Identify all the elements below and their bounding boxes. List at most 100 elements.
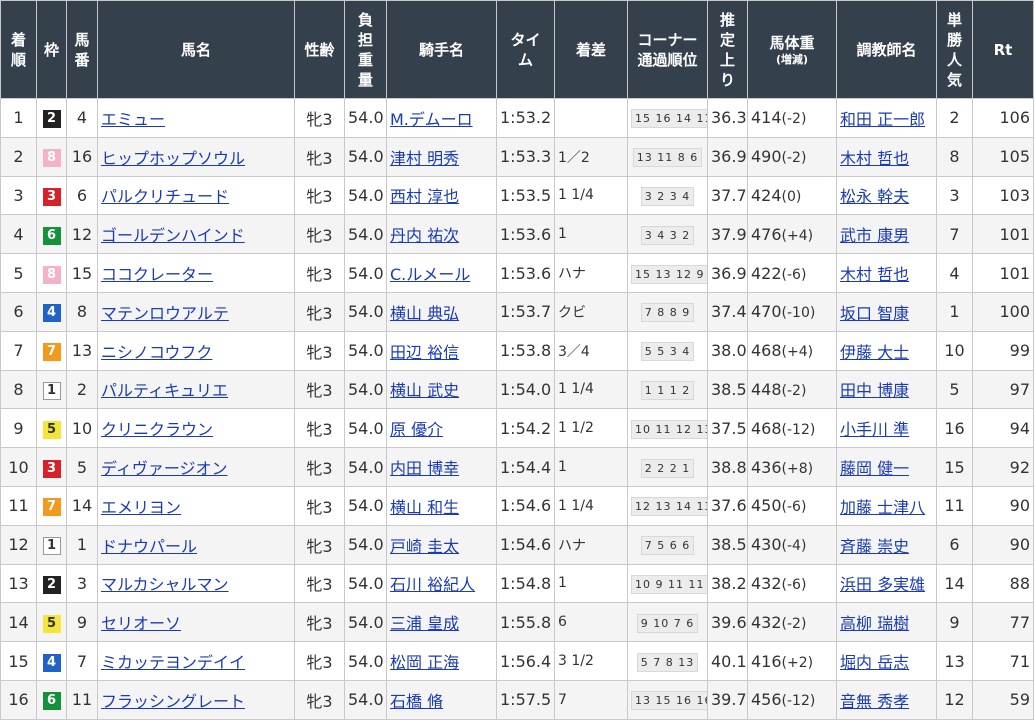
num-cell: 1 xyxy=(66,524,98,565)
jockey-link[interactable]: 西村 淳也 xyxy=(390,187,459,206)
horse-link[interactable]: クリニクラウン xyxy=(101,420,213,439)
jockey-link[interactable]: C.ルメール xyxy=(390,265,470,284)
frame-badge: 6 xyxy=(42,692,61,711)
trainer-link[interactable]: 音無 秀孝 xyxy=(840,692,909,711)
col-frame[interactable]: 枠 xyxy=(36,0,67,99)
horseweight-cell: 490(-2) xyxy=(747,136,837,177)
rt-cell: 94 xyxy=(972,408,1034,449)
col-margin[interactable]: 着差 xyxy=(554,0,628,99)
corner-badge: 5 5 3 4 xyxy=(640,342,695,362)
rank-cell: 13 xyxy=(0,563,37,604)
margin-cell: 3／4 xyxy=(554,330,628,371)
trainer-link[interactable]: 加藤 士津八 xyxy=(840,498,925,517)
last3f-cell: 39.7 xyxy=(707,679,748,720)
col-pop[interactable]: 単勝人気 xyxy=(936,0,973,99)
trainer-link[interactable]: 高柳 瑞樹 xyxy=(840,614,909,633)
num-cell: 2 xyxy=(66,369,98,410)
last3f-cell: 37.6 xyxy=(707,485,748,526)
jockey-cell: 丹内 祐次 xyxy=(386,214,497,255)
jockey-link[interactable]: 三浦 皇成 xyxy=(390,614,459,633)
jockey-link[interactable]: 戸崎 圭太 xyxy=(390,537,459,556)
horse-link[interactable]: ヒップホップソウル xyxy=(101,149,245,168)
horseweight-cell: 416(+2) xyxy=(747,641,837,681)
trainer-link[interactable]: 和田 正一郎 xyxy=(840,110,925,129)
pop-cell: 12 xyxy=(936,679,973,720)
jockey-link[interactable]: 丹内 祐次 xyxy=(390,226,459,245)
last3f-cell: 39.6 xyxy=(707,602,748,643)
horse-link[interactable]: ドナウパール xyxy=(101,537,197,556)
trainer-link[interactable]: 斉藤 崇史 xyxy=(840,537,909,556)
margin-cell: ハナ xyxy=(554,253,628,293)
horseweight-value: 436 xyxy=(751,457,782,477)
trainer-link[interactable]: 小手川 準 xyxy=(840,420,909,439)
col-corner[interactable]: コーナー 通過順位 xyxy=(627,0,708,99)
rank-cell: 4 xyxy=(0,214,37,255)
horseweight-value: 414 xyxy=(751,108,782,128)
num-cell: 10 xyxy=(66,408,98,449)
jockey-link[interactable]: 石橋 脩 xyxy=(390,692,443,711)
trainer-link[interactable]: 木村 哲也 xyxy=(840,149,909,168)
jockey-link[interactable]: 石川 裕紀人 xyxy=(390,575,475,594)
col-rt[interactable]: Rt xyxy=(972,0,1034,99)
trainer-link[interactable]: 木村 哲也 xyxy=(840,265,909,284)
horse-link[interactable]: ココクレーター xyxy=(101,265,213,284)
horse-cell: ドナウパール xyxy=(97,524,295,565)
horse-link[interactable]: ニシノコウフク xyxy=(101,343,212,362)
col-horseweight[interactable]: 馬体重 (増減) xyxy=(747,0,837,99)
trainer-link[interactable]: 藤岡 健一 xyxy=(840,459,909,478)
jockey-link[interactable]: M.デムーロ xyxy=(390,110,473,129)
horse-link[interactable]: エメリヨン xyxy=(101,498,181,517)
col-last3f[interactable]: 推定上り xyxy=(707,0,748,99)
num-cell: 13 xyxy=(66,330,98,371)
frame-cell: 6 xyxy=(36,679,67,720)
trainer-link[interactable]: 浜田 多実雄 xyxy=(840,575,925,594)
jockey-link[interactable]: 松岡 正海 xyxy=(390,653,459,672)
last3f-cell: 38.8 xyxy=(707,447,748,487)
jockey-link[interactable]: 横山 和生 xyxy=(390,498,459,517)
jockey-link[interactable]: 横山 武史 xyxy=(390,381,459,400)
jockey-link[interactable]: 横山 典弘 xyxy=(390,304,459,323)
trainer-link[interactable]: 松永 幹夫 xyxy=(840,187,909,206)
horseweight-cell: 470(-10) xyxy=(747,291,837,332)
last3f-cell: 37.7 xyxy=(707,175,748,216)
frame-badge: 1 xyxy=(42,537,61,556)
horse-link[interactable]: マテンロウアルテ xyxy=(101,304,229,323)
horse-link[interactable]: パルクリチュード xyxy=(101,187,229,206)
frame-cell: 5 xyxy=(36,408,67,449)
col-horse[interactable]: 馬名 xyxy=(97,0,295,99)
col-time[interactable]: タイム xyxy=(496,0,555,99)
trainer-link[interactable]: 伊藤 大士 xyxy=(840,343,909,362)
trainer-link[interactable]: 堀内 岳志 xyxy=(840,653,909,672)
horse-link[interactable]: フラッシングレート xyxy=(101,692,245,711)
jockey-cell: 内田 博幸 xyxy=(386,447,497,487)
horse-link[interactable]: マルカシャルマン xyxy=(101,575,229,594)
trainer-link[interactable]: 坂口 智康 xyxy=(840,304,909,323)
trainer-cell: 堀内 岳志 xyxy=(836,641,937,681)
horse-link[interactable]: パルティキュリエ xyxy=(101,381,228,400)
col-sexage[interactable]: 性齢 xyxy=(294,0,345,99)
jockey-link[interactable]: 原 優介 xyxy=(390,420,443,439)
horse-link[interactable]: ゴールデンハインド xyxy=(101,226,245,245)
horse-link[interactable]: ディヴァージオン xyxy=(101,459,228,478)
num-cell: 4 xyxy=(66,98,98,138)
col-weight[interactable]: 負担重量 xyxy=(344,0,387,99)
corner-badge: 9 10 7 6 xyxy=(636,613,699,633)
jockey-link[interactable]: 津村 明秀 xyxy=(390,149,459,168)
rt-cell: 103 xyxy=(972,175,1034,216)
last3f-cell: 37.4 xyxy=(707,291,748,332)
horseweight-diff: (+2) xyxy=(781,654,814,671)
col-rank[interactable]: 着順 xyxy=(0,0,37,99)
jockey-link[interactable]: 内田 博幸 xyxy=(390,459,459,478)
col-jockey[interactable]: 騎手名 xyxy=(386,0,497,99)
trainer-link[interactable]: 武市 康男 xyxy=(840,226,909,245)
corner-badge: 2 2 2 1 xyxy=(640,458,695,478)
trainer-link[interactable]: 田中 博康 xyxy=(840,381,909,400)
jockey-link[interactable]: 田辺 裕信 xyxy=(390,343,459,362)
horse-link[interactable]: ミカッテヨンデイイ xyxy=(101,653,245,672)
col-trainer[interactable]: 調教師名 xyxy=(836,0,937,99)
corner-cell: 3 4 3 2 xyxy=(627,214,708,255)
horse-link[interactable]: エミュー xyxy=(101,110,165,129)
col-num[interactable]: 馬番 xyxy=(66,0,98,99)
horse-link[interactable]: セリオーソ xyxy=(101,614,181,633)
margin-cell: ハナ xyxy=(554,524,628,565)
